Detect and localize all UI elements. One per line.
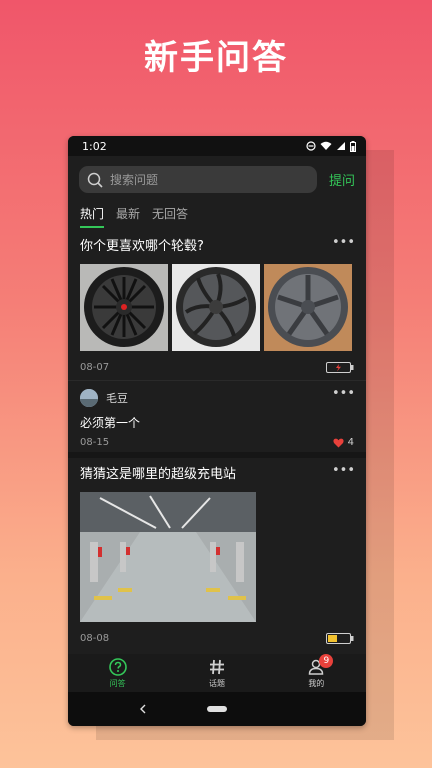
tab-hot[interactable]: 热门 [80, 205, 105, 228]
like-count: 4 [347, 437, 354, 448]
post-meta: 08-07 [80, 354, 354, 380]
comment-text: 必须第一个 [80, 416, 141, 430]
question-card[interactable]: ••• 你个更喜欢哪个轮毂? 08-07 [68, 230, 366, 380]
more-options-icon[interactable]: ••• [332, 236, 355, 249]
question-card[interactable]: ••• 猜猜这是哪里的超级充电站 08-08 [68, 458, 366, 651]
search-input[interactable]: 搜索问题 [79, 166, 317, 193]
wheel-image[interactable] [172, 264, 260, 351]
comment-user: 毛豆 [80, 389, 354, 407]
battery-charging-icon [326, 361, 354, 373]
comment-username[interactable]: 毛豆 [106, 390, 128, 406]
dnd-icon [306, 141, 316, 151]
battery-status-icon [350, 140, 356, 152]
nav-topics[interactable]: 话题 [187, 658, 247, 689]
search-row: 搜索问题 提问 [68, 156, 366, 194]
wheel-image[interactable] [80, 264, 168, 351]
bottom-nav: 问答 话题 9 我的 [68, 653, 366, 692]
tab-unanswered[interactable]: 无回答 [152, 205, 188, 226]
post-date: 08-07 [80, 361, 110, 373]
wifi-icon [320, 141, 332, 150]
hashtag-icon [209, 659, 224, 674]
search-icon [87, 172, 103, 188]
home-button[interactable] [207, 706, 227, 712]
question-title: 猜猜这是哪里的超级充电站 [80, 467, 237, 482]
promo-title: 新手问答 [144, 38, 288, 78]
battery-half-icon [326, 632, 354, 644]
ask-question-button[interactable]: 提问 [329, 170, 355, 189]
phone-frame: 1:02 搜索问题 提问 热门 最新 无回答 ••• 你个更喜欢哪个轮毂? 08… [68, 136, 366, 726]
more-options-icon[interactable]: ••• [332, 387, 355, 400]
system-navigation-bar [68, 692, 366, 726]
post-date: 08-08 [80, 632, 110, 644]
nav-topics-label: 话题 [208, 678, 225, 688]
comment-item[interactable]: ••• 毛豆 必须第一个 08-15 4 [68, 380, 366, 452]
comment-meta: 08-15 4 [80, 437, 354, 448]
nav-me[interactable]: 9 我的 [286, 653, 346, 689]
search-placeholder: 搜索问题 [110, 173, 159, 187]
heart-icon [333, 438, 344, 447]
avatar[interactable] [80, 389, 98, 407]
status-icons [306, 140, 356, 152]
tab-latest[interactable]: 最新 [116, 205, 140, 226]
wheel-image[interactable] [264, 264, 352, 351]
status-time: 1:02 [82, 139, 107, 153]
image-row [80, 264, 354, 351]
question-title: 你个更喜欢哪个轮毂? [80, 239, 204, 254]
nav-me-label: 我的 [308, 678, 325, 688]
back-icon[interactable] [139, 704, 147, 714]
notification-badge: 9 [319, 653, 334, 668]
signal-icon [337, 142, 345, 150]
nav-qa[interactable]: 问答 [88, 657, 148, 689]
nav-qa-label: 问答 [109, 678, 126, 688]
status-bar: 1:02 [68, 136, 366, 156]
more-options-icon[interactable]: ••• [332, 464, 355, 477]
comment-date: 08-15 [80, 437, 110, 448]
question-feed: ••• 你个更喜欢哪个轮毂? 08-07 ••• 毛豆 必须第一个 08-15 … [68, 230, 366, 651]
question-circle-icon [108, 657, 127, 676]
post-meta: 08-08 [80, 625, 354, 651]
charging-station-image[interactable] [80, 492, 256, 622]
like-button[interactable]: 4 [333, 437, 354, 448]
feed-tabs: 热门 最新 无回答 [68, 194, 366, 230]
